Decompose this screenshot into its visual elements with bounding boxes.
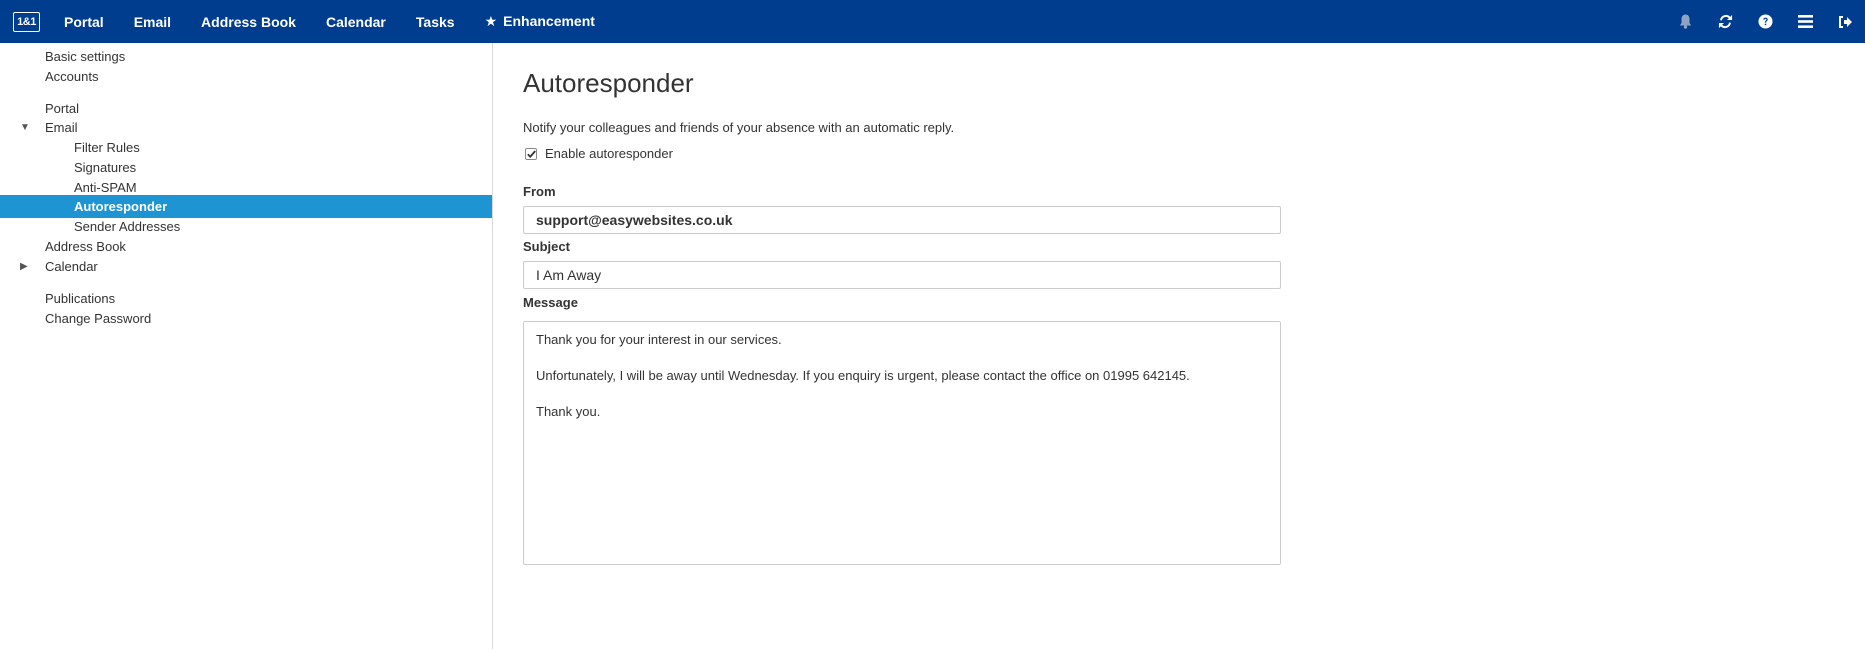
message-line: Unfortunately, I will be away until Wedn… [536, 368, 1190, 383]
refresh-icon[interactable] [1705, 0, 1745, 43]
sidebar-item-calendar[interactable]: ▶ Calendar [0, 255, 492, 278]
message-line: Thank you for your interest in our servi… [536, 332, 782, 347]
nav-calendar[interactable]: Calendar [326, 14, 386, 30]
help-icon[interactable] [1745, 0, 1785, 43]
settings-sidebar: Basic settings Accounts Portal ▼ Email F… [0, 43, 493, 649]
page-description: Notify your colleagues and friends of yo… [523, 120, 955, 135]
logout-icon[interactable] [1825, 0, 1865, 43]
message-line: Thank you. [536, 404, 601, 419]
sidebar-item-email-label: Email [45, 120, 78, 135]
enable-autoresponder-checkbox[interactable] [525, 147, 537, 160]
bell-icon[interactable] [1665, 0, 1705, 43]
message-label: Message [523, 295, 578, 310]
caret-down-icon[interactable]: ▼ [20, 122, 30, 133]
page-title: Autoresponder [523, 68, 694, 98]
main-nav: Portal Email Address Book Calendar Tasks… [64, 0, 625, 43]
nav-tasks[interactable]: Tasks [416, 14, 455, 30]
nav-enhancement[interactable]: ★ Enhancement [485, 13, 595, 30]
sidebar-item-change-password[interactable]: Change Password [0, 307, 492, 330]
sidebar-item-accounts[interactable]: Accounts [0, 65, 492, 88]
nav-portal[interactable]: Portal [64, 14, 104, 30]
nav-address-book[interactable]: Address Book [201, 14, 296, 30]
brand-logo[interactable]: 1&1 [13, 12, 40, 32]
subject-label: Subject [523, 239, 570, 254]
message-textarea[interactable]: Thank you for your interest in our servi… [523, 321, 1281, 565]
enable-autoresponder-row[interactable]: Enable autoresponder [523, 146, 673, 161]
nav-email[interactable]: Email [134, 14, 171, 30]
nav-enhancement-label: Enhancement [503, 13, 595, 29]
subject-field[interactable]: I Am Away [523, 261, 1281, 289]
menu-icon[interactable] [1785, 0, 1825, 43]
from-field[interactable]: support@easywebsites.co.uk [523, 206, 1281, 234]
star-icon: ★ [484, 13, 498, 29]
top-navigation-bar: 1&1 Portal Email Address Book Calendar T… [0, 0, 1865, 43]
top-right-icons [1665, 0, 1865, 43]
from-label: From [523, 184, 556, 199]
caret-right-icon[interactable]: ▶ [20, 261, 28, 272]
sidebar-item-calendar-label: Calendar [45, 259, 98, 274]
enable-autoresponder-label: Enable autoresponder [545, 146, 673, 161]
